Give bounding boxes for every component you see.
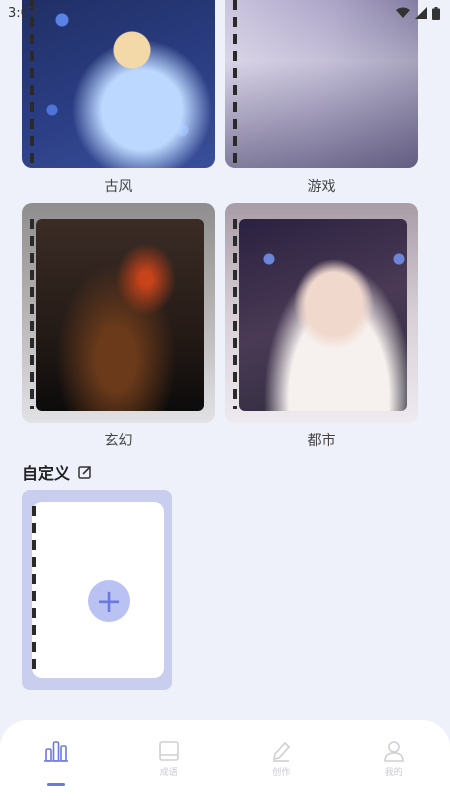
category-label-dushi: 都市 (307, 433, 336, 449)
binder-rings (30, 219, 34, 409)
status-bar: 3:07 (0, 0, 450, 26)
add-custom-card[interactable]: + (22, 490, 172, 690)
category-label-xuanhuan: 玄幻 (104, 433, 133, 449)
nav-item-chengyu[interactable]: 成语 (139, 740, 199, 778)
battery-icon (432, 6, 440, 20)
add-card-inner: + (32, 502, 164, 678)
binder-rings (32, 506, 36, 674)
xuanhuan-artwork (36, 219, 204, 411)
nav-label-chengyu: 成语 (159, 768, 178, 778)
nav-item-chuangzuo[interactable]: 创作 (251, 740, 311, 778)
nav-item-wode[interactable]: 我的 (364, 740, 424, 778)
nav-item-home[interactable] (26, 740, 86, 786)
custom-section-title: 自定义 (22, 464, 71, 483)
bottom-nav: 成语 创作 我的 (0, 720, 450, 800)
add-button[interactable]: + (88, 580, 130, 622)
status-time: 3:07 (8, 5, 38, 21)
book-icon (158, 741, 179, 761)
binder-rings (233, 219, 237, 409)
category-card-xuanhuan[interactable] (22, 203, 215, 423)
plus-icon: + (95, 582, 123, 620)
category-label-gufeng: 古风 (104, 179, 133, 195)
custom-section-header: 自定义 (22, 460, 92, 484)
nav-label-wode: 我的 (384, 768, 403, 778)
signal-icon (415, 7, 427, 19)
category-label-youxi: 游戏 (307, 179, 336, 195)
user-icon (383, 741, 404, 762)
pencil-icon (273, 741, 291, 762)
active-tab-indicator (47, 783, 66, 786)
dushi-artwork (239, 219, 407, 411)
edit-icon[interactable] (78, 465, 92, 479)
chart-icon (44, 741, 69, 762)
status-icons (396, 6, 440, 20)
wifi-icon (396, 7, 410, 18)
category-card-dushi[interactable] (225, 203, 418, 423)
nav-label-chuangzuo: 创作 (272, 768, 291, 778)
